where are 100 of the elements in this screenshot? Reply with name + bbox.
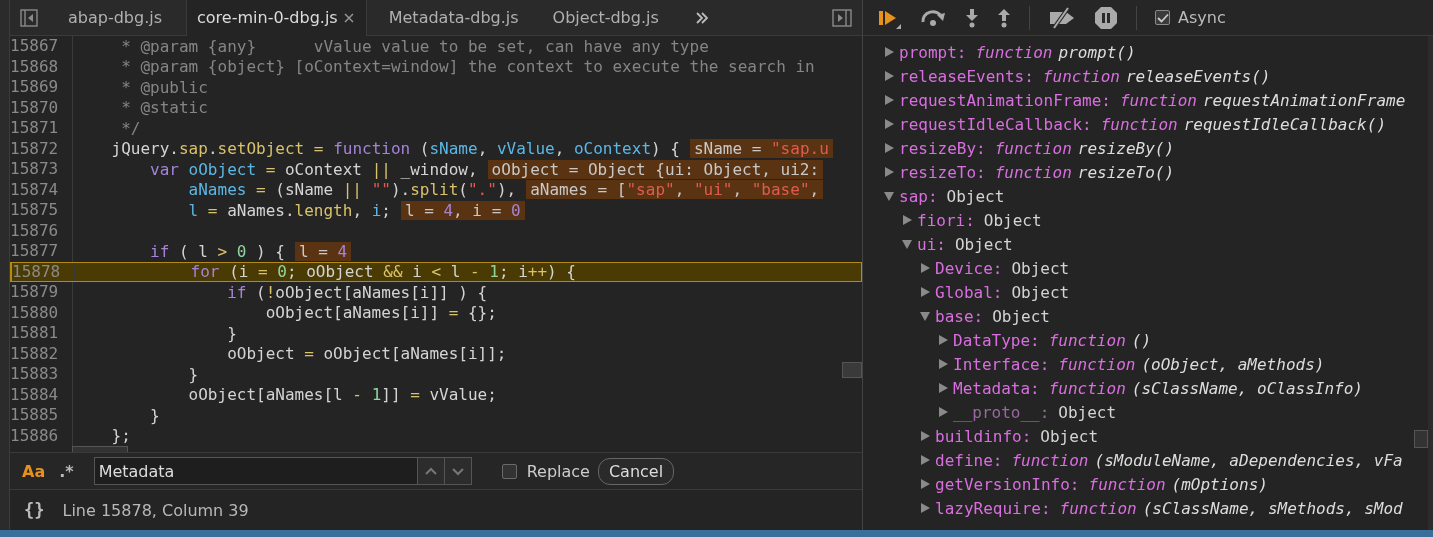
- line-number: 15878: [12, 262, 75, 281]
- replace-label: Replace: [526, 461, 590, 481]
- property-entry[interactable]: lazyRequire: function (sClassName, sMethods, sMod: [935, 498, 1403, 518]
- file-tab[interactable]: abap-dbg.js: [58, 0, 175, 36]
- property-entry[interactable]: buildinfo: Object: [935, 426, 1099, 446]
- code-line-text: var oObject = oContext || _window,: [149, 159, 478, 179]
- cancel-button[interactable]: Cancel: [597, 457, 675, 485]
- collapsed-arrow-icon[interactable]: [919, 286, 931, 298]
- code-line-text: }: [226, 323, 237, 343]
- code-line-text: oObject[aNames[i]] = {};: [264, 303, 497, 323]
- step-into-icon[interactable]: [965, 7, 979, 28]
- inline-value: sName = "sap.u: [689, 139, 833, 159]
- line-number: 15870: [10, 97, 73, 118]
- collapsed-arrow-icon[interactable]: [919, 430, 931, 442]
- code-line-text: oObject = oObject[aNames[i]];: [226, 344, 507, 364]
- match-case-toggle[interactable]: Aa: [22, 461, 46, 481]
- expanded-arrow-icon[interactable]: [883, 190, 895, 202]
- code-line-text: };: [110, 426, 131, 446]
- line-number: 15873: [10, 159, 73, 180]
- code-line-text: * @static: [120, 98, 208, 118]
- collapsed-arrow-icon[interactable]: [937, 334, 949, 346]
- code-line-text: for (i = 0; oObject && i < l - 1; i++) {: [189, 262, 576, 282]
- async-checkbox[interactable]: [1155, 10, 1170, 25]
- collapsed-arrow-icon[interactable]: [919, 502, 931, 514]
- step-out-icon[interactable]: [997, 7, 1011, 28]
- line-number: 15886: [10, 425, 73, 446]
- property-entry[interactable]: sap: Object: [899, 186, 1005, 206]
- code-line-text: }: [187, 364, 199, 384]
- sidebar-toggle-icon[interactable]: [20, 8, 38, 27]
- property-entry[interactable]: Metadata: function (sClassName, oClassInfo): [953, 378, 1363, 398]
- collapsed-arrow-icon[interactable]: [883, 166, 895, 178]
- line-number: 15884: [10, 384, 73, 405]
- file-tab[interactable]: Object-dbg.js: [542, 0, 671, 36]
- inline-value: l = 4, i = 0: [400, 200, 525, 220]
- inline-value: aNames = ["sap", "ui", "base",: [526, 180, 824, 200]
- code-line-text: }: [149, 405, 160, 425]
- collapsed-arrow-icon[interactable]: [883, 142, 895, 154]
- collapsed-arrow-icon[interactable]: [937, 406, 949, 418]
- sidebar-toggle-icon[interactable]: [832, 8, 852, 27]
- collapsed-arrow-icon[interactable]: [883, 94, 895, 106]
- search-field[interactable]: Metadata: [93, 457, 418, 485]
- line-number: 15880: [10, 302, 73, 323]
- scrollbar-thumb[interactable]: [1414, 430, 1428, 448]
- expanded-arrow-icon[interactable]: [919, 310, 931, 322]
- collapsed-arrow-icon[interactable]: [919, 478, 931, 490]
- expanded-arrow-icon[interactable]: [901, 238, 913, 250]
- property-entry[interactable]: Interface: function (oObject, aMethods): [953, 354, 1325, 374]
- property-entry[interactable]: requestAnimationFrame: function requestAnimationFrame: [899, 90, 1406, 110]
- scrollbar-thumb[interactable]: [842, 362, 862, 378]
- regex-toggle[interactable]: .*: [59, 461, 74, 481]
- code-line-text: l = aNames.length, i;: [187, 200, 391, 220]
- line-number: 15874: [10, 179, 73, 200]
- collapsed-arrow-icon[interactable]: [901, 214, 913, 226]
- collapsed-arrow-icon[interactable]: [883, 70, 895, 82]
- inline-value: oObject = Object {ui: Object, ui2:: [487, 159, 824, 179]
- code-line-text: jQuery.sap.setObject = function (sName, vValue, oContext) {: [110, 139, 680, 159]
- close-icon[interactable]: [343, 12, 354, 23]
- property-entry[interactable]: prompt: function prompt(): [899, 42, 1136, 62]
- pause-on-exceptions-icon[interactable]: [1094, 5, 1118, 30]
- collapsed-arrow-icon[interactable]: [883, 46, 895, 58]
- code-line-text: */: [120, 118, 141, 138]
- pretty-print-button[interactable]: {}: [24, 500, 45, 520]
- inline-value: l = 4: [294, 241, 352, 261]
- property-entry[interactable]: resizeTo: function resizeTo(): [899, 162, 1175, 182]
- code-line-text: oObject[aNames[l - 1]] = vValue;: [187, 385, 497, 405]
- property-entry[interactable]: DataType: function (): [953, 330, 1152, 350]
- property-entry[interactable]: fiori: Object: [917, 210, 1042, 230]
- collapsed-arrow-icon[interactable]: [919, 262, 931, 274]
- collapsed-arrow-icon[interactable]: [937, 358, 949, 370]
- async-label: Async: [1178, 8, 1226, 27]
- step-over-icon[interactable]: [919, 8, 947, 27]
- property-entry[interactable]: requestIdleCallback: function requestIdleCallback(): [899, 114, 1386, 134]
- property-entry[interactable]: __proto__: Object: [953, 402, 1117, 422]
- code-line-text: * @public: [120, 77, 208, 97]
- code-line-text: if ( l > 0 ) {: [149, 241, 285, 261]
- collapsed-arrow-icon[interactable]: [883, 118, 895, 130]
- code-line-text: * @param {object} [oContext=window] the context to execute the search in: [120, 57, 815, 77]
- property-entry[interactable]: Global: Object: [935, 282, 1070, 302]
- file-tab[interactable]: core-min-0-dbg.js: [186, 0, 367, 36]
- next-match-button[interactable]: [444, 457, 472, 485]
- collapsed-arrow-icon[interactable]: [919, 454, 931, 466]
- previous-match-button[interactable]: [417, 457, 445, 485]
- more-tabs-icon[interactable]: [694, 11, 709, 24]
- property-entry[interactable]: Device: Object: [935, 258, 1070, 278]
- collapsed-arrow-icon[interactable]: [937, 382, 949, 394]
- property-entry[interactable]: define: function (sModuleName, aDependencies, vFa: [935, 450, 1403, 470]
- property-entry[interactable]: ui: Object: [917, 234, 1013, 254]
- line-number: 15883: [10, 364, 73, 385]
- line-number: 15877: [10, 241, 73, 262]
- deactivate-breakpoints-icon[interactable]: [1048, 6, 1076, 29]
- line-number: 15875: [10, 200, 73, 221]
- file-tab[interactable]: Metadata-dbg.js: [378, 0, 531, 36]
- property-entry[interactable]: resizeBy: function resizeBy(): [899, 138, 1175, 158]
- property-entry[interactable]: base: Object: [935, 306, 1050, 326]
- replace-checkbox[interactable]: [501, 463, 517, 479]
- line-number: 15882: [10, 343, 73, 364]
- line-number: 15881: [10, 323, 73, 344]
- line-number: 15867: [10, 36, 73, 57]
- property-entry[interactable]: releaseEvents: function releaseEvents(): [899, 66, 1271, 86]
- property-entry[interactable]: getVersionInfo: function (mOptions): [935, 474, 1268, 494]
